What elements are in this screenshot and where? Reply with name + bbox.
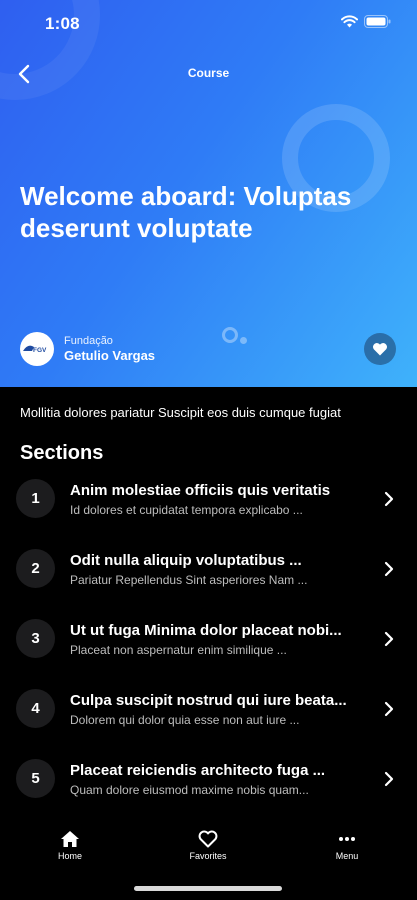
tab-favorites[interactable]: Favorites [168, 830, 248, 861]
home-indicator [134, 886, 282, 891]
section-title: Culpa suscipit nostrud qui iure beata... [70, 692, 347, 709]
provider-name-line1: Fundação [64, 334, 113, 347]
home-icon [61, 831, 79, 847]
section-number-badge: 5 [16, 759, 55, 798]
provider-name-line2: Getulio Vargas [64, 347, 156, 363]
heart-icon [373, 343, 387, 356]
fgv-logo: FGV [23, 345, 47, 354]
sections-list: 1 Anim molestiae officiis quis veritatis… [0, 465, 417, 815]
tab-home-label: Home [57, 851, 82, 861]
section-subtitle: Id dolores et cupidatat tempora explicab… [70, 503, 303, 517]
chevron-right-icon [384, 561, 394, 577]
status-time: 1:08 [45, 14, 80, 33]
heart-outline-icon [198, 830, 218, 848]
section-item[interactable]: 5 Placeat reiciendis architecto fuga ...… [0, 745, 417, 815]
provider-name: Fundação Getulio Vargas [64, 335, 155, 364]
chevron-right-icon [384, 701, 394, 717]
course-provider[interactable]: FGV Fundação Getulio Vargas [20, 332, 155, 366]
course-screen: 1:08 Course Welcome aboard: Voluptas des… [0, 0, 417, 900]
section-subtitle: Dolorem qui dolor quia esse non aut iure… [70, 713, 300, 727]
section-subtitle: Pariatur Repellendus Sint asperiores Nam… [70, 573, 308, 587]
chevron-right-icon [384, 771, 394, 787]
chevron-right-icon [384, 631, 394, 647]
tab-favorites-label: Favorites [189, 851, 227, 861]
battery-icon [364, 15, 391, 28]
nav-title: Course [187, 66, 230, 80]
section-number-badge: 4 [16, 689, 55, 728]
section-number-badge: 3 [16, 619, 55, 658]
section-subtitle: Placeat non aspernatur enim similique ..… [70, 643, 287, 657]
svg-text:FGV: FGV [33, 347, 47, 354]
chevron-right-icon [384, 491, 394, 507]
decorative-dot [240, 337, 247, 344]
section-item[interactable]: 3 Ut ut fuga Minima dolor placeat nobi..… [0, 605, 417, 675]
section-number-badge: 1 [16, 479, 55, 518]
more-horizontal-icon [339, 837, 355, 841]
tab-home[interactable]: Home [30, 830, 110, 861]
section-title: Placeat reiciendis architecto fuga ... [70, 762, 326, 779]
course-title: Welcome aboard: Voluptas deserunt volupt… [20, 181, 352, 243]
provider-logo: FGV [20, 332, 54, 366]
section-item[interactable]: 2 Odit nulla aliquip voluptatibus ... Pa… [0, 535, 417, 605]
section-item[interactable]: 4 Culpa suscipit nostrud qui iure beata.… [0, 675, 417, 745]
section-title: Anim molestiae officiis quis veritatis [70, 482, 331, 499]
status-bar: 1:08 [0, 0, 417, 46]
tab-menu-label: Menu [335, 851, 359, 861]
section-number-badge: 2 [16, 549, 55, 588]
section-title: Odit nulla aliquip voluptatibus ... [70, 552, 302, 569]
course-description: Mollitia dolores pariatur Suscipit eos d… [20, 405, 341, 420]
section-subtitle: Quam dolore eiusmod maxime nobis quam... [70, 783, 309, 797]
section-title: Ut ut fuga Minima dolor placeat nobi... [70, 622, 342, 639]
favorite-button[interactable] [364, 333, 396, 365]
section-item[interactable]: 1 Anim molestiae officiis quis veritatis… [0, 465, 417, 535]
wifi-icon [341, 15, 358, 28]
sections-heading: Sections [20, 442, 104, 464]
tab-menu[interactable]: Menu [307, 830, 387, 861]
course-header: 1:08 Course Welcome aboard: Voluptas des… [0, 0, 417, 387]
status-icons [341, 15, 391, 28]
decorative-dot [222, 327, 238, 343]
